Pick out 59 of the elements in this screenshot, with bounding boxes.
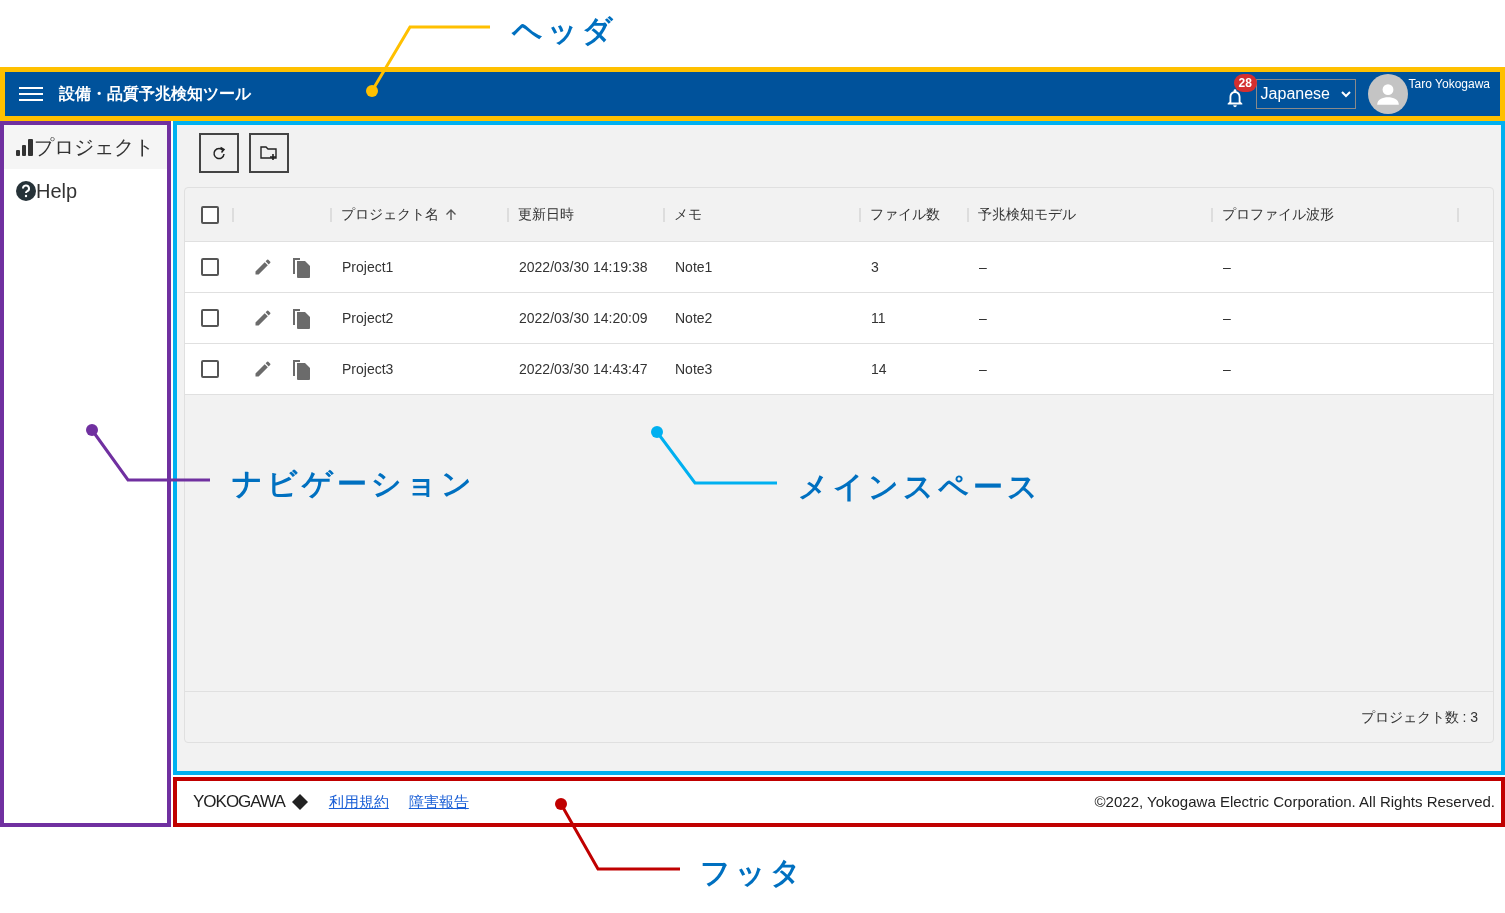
table-cell: 2022/03/30 14:19:38 bbox=[519, 258, 648, 275]
table-cell: 2022/03/30 14:20:09 bbox=[519, 309, 648, 326]
copy-icon[interactable] bbox=[291, 256, 311, 278]
edit-icon[interactable] bbox=[253, 257, 273, 277]
refresh-button[interactable] bbox=[199, 133, 239, 173]
copyright-text: ©2022, Yokogawa Electric Corporation. All Rights Reserved. bbox=[1094, 791, 1495, 812]
notification-badge: 28 bbox=[1233, 74, 1257, 92]
project-count: プロジェクト数 : 3 bbox=[1360, 707, 1478, 727]
app-title: 設備・品質予兆検知ツール bbox=[59, 84, 251, 104]
bar-chart-icon bbox=[16, 138, 34, 156]
language-select[interactable]: Japanese bbox=[1255, 79, 1356, 109]
table-cell: Project2 bbox=[342, 309, 394, 326]
table-cell: 11 bbox=[871, 309, 886, 326]
table-cell: Note1 bbox=[675, 258, 713, 275]
table-cell: 14 bbox=[871, 360, 887, 377]
table-cell: – bbox=[1223, 360, 1231, 377]
callout-label: ヘッダ bbox=[512, 13, 617, 49]
refresh-icon bbox=[212, 146, 226, 160]
user-name: Taro Yokogawa bbox=[1408, 76, 1490, 93]
footer-link[interactable]: 障害報告 bbox=[408, 790, 469, 814]
column-header[interactable]: メモ bbox=[674, 204, 702, 225]
table-cell: – bbox=[1223, 309, 1231, 326]
new-folder-button[interactable] bbox=[249, 133, 289, 173]
help-icon bbox=[16, 181, 36, 201]
menu-icon[interactable] bbox=[19, 85, 43, 103]
checkbox[interactable] bbox=[201, 205, 219, 224]
footer-link[interactable]: 利用規約 bbox=[328, 790, 389, 814]
table-cell: 2022/03/30 14:43:47 bbox=[519, 360, 648, 377]
column-header[interactable]: プロジェクト名 bbox=[341, 204, 457, 225]
checkbox[interactable] bbox=[201, 258, 219, 276]
column-header[interactable]: プロファイル波形 bbox=[1222, 204, 1334, 225]
table-cell: – bbox=[979, 309, 987, 326]
nav-item[interactable]: プロジェクト bbox=[4, 125, 167, 169]
table-cell: 3 bbox=[871, 258, 879, 275]
column-header[interactable]: ファイル数 bbox=[870, 204, 940, 225]
edit-icon[interactable] bbox=[253, 359, 273, 379]
checkbox[interactable] bbox=[201, 360, 219, 378]
table-cell: – bbox=[979, 258, 987, 275]
arrow-up-icon bbox=[445, 208, 457, 221]
edit-icon[interactable] bbox=[253, 308, 273, 328]
column-header[interactable]: 予兆検知モデル bbox=[978, 204, 1076, 225]
folder-add-icon bbox=[260, 145, 278, 161]
copy-icon[interactable] bbox=[291, 358, 311, 380]
copy-icon[interactable] bbox=[291, 307, 311, 329]
table-cell: Project3 bbox=[342, 360, 394, 377]
checkbox[interactable] bbox=[201, 309, 219, 327]
column-header[interactable]: 更新日時 bbox=[518, 204, 574, 225]
chevron-down-icon bbox=[1340, 90, 1351, 98]
diamond-icon bbox=[290, 793, 309, 812]
table-cell: Project1 bbox=[342, 258, 394, 275]
callout-label: ナビゲーション bbox=[232, 466, 476, 502]
table-cell: – bbox=[979, 360, 987, 377]
callout-label: メインスペース bbox=[798, 469, 1042, 505]
avatar[interactable] bbox=[1367, 74, 1408, 114]
callout-label: フッタ bbox=[700, 855, 805, 891]
table-cell: Note3 bbox=[675, 360, 713, 377]
logo-text: YOKOGAWA bbox=[193, 791, 285, 814]
table-cell: Note2 bbox=[675, 309, 713, 326]
table-cell: – bbox=[1223, 258, 1231, 275]
